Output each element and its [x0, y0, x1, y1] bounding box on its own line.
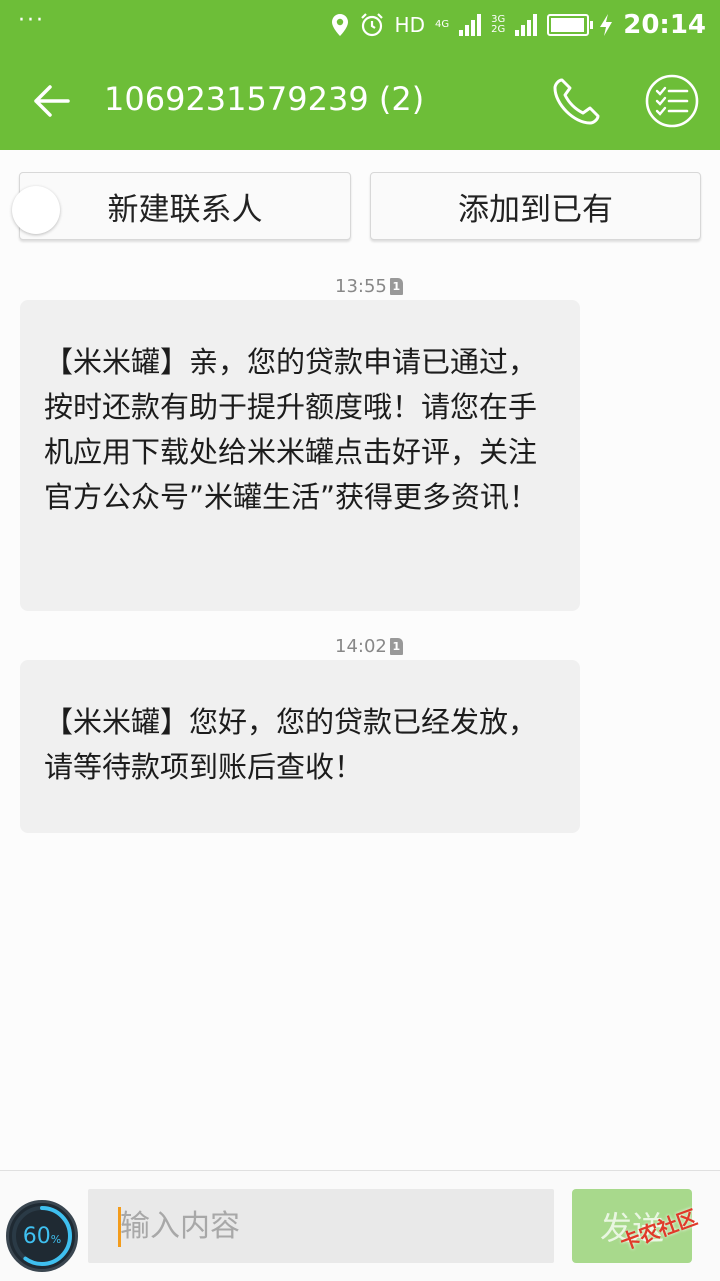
new-contact-button[interactable]: 新建联系人 — [19, 172, 351, 240]
notification-dots: ··· — [18, 8, 45, 33]
message-input[interactable] — [88, 1189, 554, 1263]
conversation-title: 1069231579239 (2) — [104, 80, 425, 118]
message-timestamp: 14:02 1 — [335, 636, 403, 657]
alarm-icon — [360, 13, 383, 37]
sim-card-icon: 1 — [389, 278, 403, 295]
network-3g2g-label: 3G 2G — [491, 15, 505, 35]
message-bubble[interactable]: 【米米罐】亲，您的贷款申请已通过，按时还款有助于提升额度哦！请您在手机应用下载处… — [20, 300, 580, 611]
hd-label: HD — [394, 13, 425, 37]
speed-percent: 60% — [23, 1224, 61, 1249]
signal-strength-icon — [459, 14, 482, 36]
location-icon — [331, 14, 348, 36]
clock: 20:14 — [623, 10, 706, 40]
message-time-text: 14:02 — [335, 636, 387, 657]
speed-percent-sign: % — [50, 1232, 62, 1246]
signal-strength-2-icon — [515, 14, 538, 36]
speed-boost-ball[interactable]: 60% — [6, 1200, 78, 1272]
text-cursor — [118, 1207, 121, 1247]
app-bar: 1069231579239 (2) — [0, 50, 720, 150]
message-timestamp: 13:55 1 — [335, 276, 403, 297]
speed-percent-value: 60 — [22, 1223, 51, 1249]
status-bar: ··· HD 4G 3G 2G 20:14 — [0, 0, 720, 50]
battery-fill — [551, 18, 584, 32]
add-to-existing-button[interactable]: 添加到已有 — [370, 172, 701, 240]
message-time-text: 13:55 — [335, 276, 387, 297]
sim-card-icon: 1 — [389, 638, 403, 655]
network-4g-label: 4G — [434, 19, 450, 30]
message-bubble[interactable]: 【米米罐】您好，您的贷款已经发放，请等待款项到账后查收！ — [20, 660, 580, 833]
network-2g-label: 2G — [491, 24, 506, 35]
charging-icon — [600, 14, 613, 36]
back-arrow-icon[interactable] — [28, 78, 74, 124]
battery-icon — [547, 14, 594, 36]
status-icons: HD 4G 3G 2G 20:14 — [331, 0, 706, 50]
floating-assist-button[interactable] — [12, 186, 60, 234]
phone-call-icon[interactable] — [550, 74, 604, 128]
checklist-menu-icon[interactable] — [645, 74, 699, 128]
